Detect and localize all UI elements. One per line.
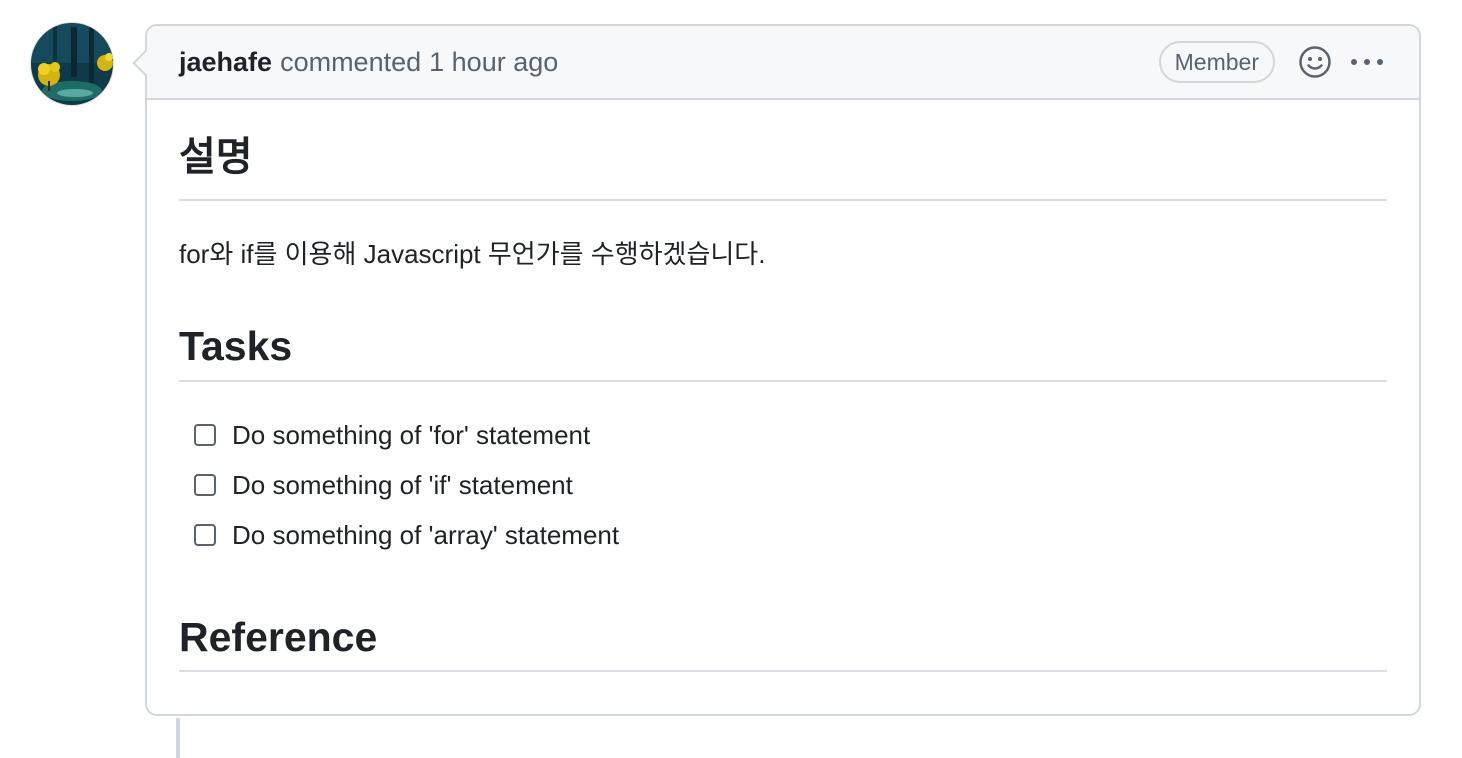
task-checkbox[interactable] xyxy=(194,424,216,446)
heading-reference: Reference xyxy=(179,582,1387,672)
task-item: Do something of 'for' statement xyxy=(179,410,1387,460)
comment-body: 설명 for와 if를 이용해 Javascript 무언가를 수행하겠습니다.… xyxy=(147,100,1419,672)
description-text: for와 if를 이용해 Javascript 무언가를 수행하겠습니다. xyxy=(179,239,766,269)
task-label: Do something of 'array' statement xyxy=(232,519,620,550)
comment-header: jaehafe commented 1 hour ago Member xyxy=(147,26,1419,100)
task-label: Do something of 'for' statement xyxy=(232,419,591,450)
task-item: Do something of 'if' statement xyxy=(179,460,1387,510)
heading-tasks: Tasks xyxy=(179,291,1387,382)
kebab-horizontal-icon xyxy=(1351,59,1383,65)
more-options-button[interactable] xyxy=(1347,44,1387,80)
avatar[interactable] xyxy=(31,23,113,105)
comment-card: jaehafe commented 1 hour ago Member 설명 f… xyxy=(132,24,1421,716)
author-link[interactable]: jaehafe xyxy=(179,47,272,78)
smiley-icon xyxy=(1299,46,1331,78)
heading-description: 설명 xyxy=(179,100,1387,201)
task-checkbox[interactable] xyxy=(194,524,216,546)
member-badge: Member xyxy=(1158,41,1275,83)
avatar-image xyxy=(31,23,113,105)
task-label: Do something of 'if' statement xyxy=(232,469,573,500)
comment-action: commented xyxy=(280,46,422,77)
task-list: Do something of 'for' statement Do somet… xyxy=(179,410,1387,560)
comment-timestamp[interactable]: 1 hour ago xyxy=(429,47,558,78)
task-checkbox[interactable] xyxy=(194,474,216,496)
timeline-connector xyxy=(176,718,180,758)
task-item: Do something of 'array' statement xyxy=(179,510,1387,560)
header-actions: Member xyxy=(1158,41,1387,83)
add-reaction-button[interactable] xyxy=(1297,44,1333,80)
